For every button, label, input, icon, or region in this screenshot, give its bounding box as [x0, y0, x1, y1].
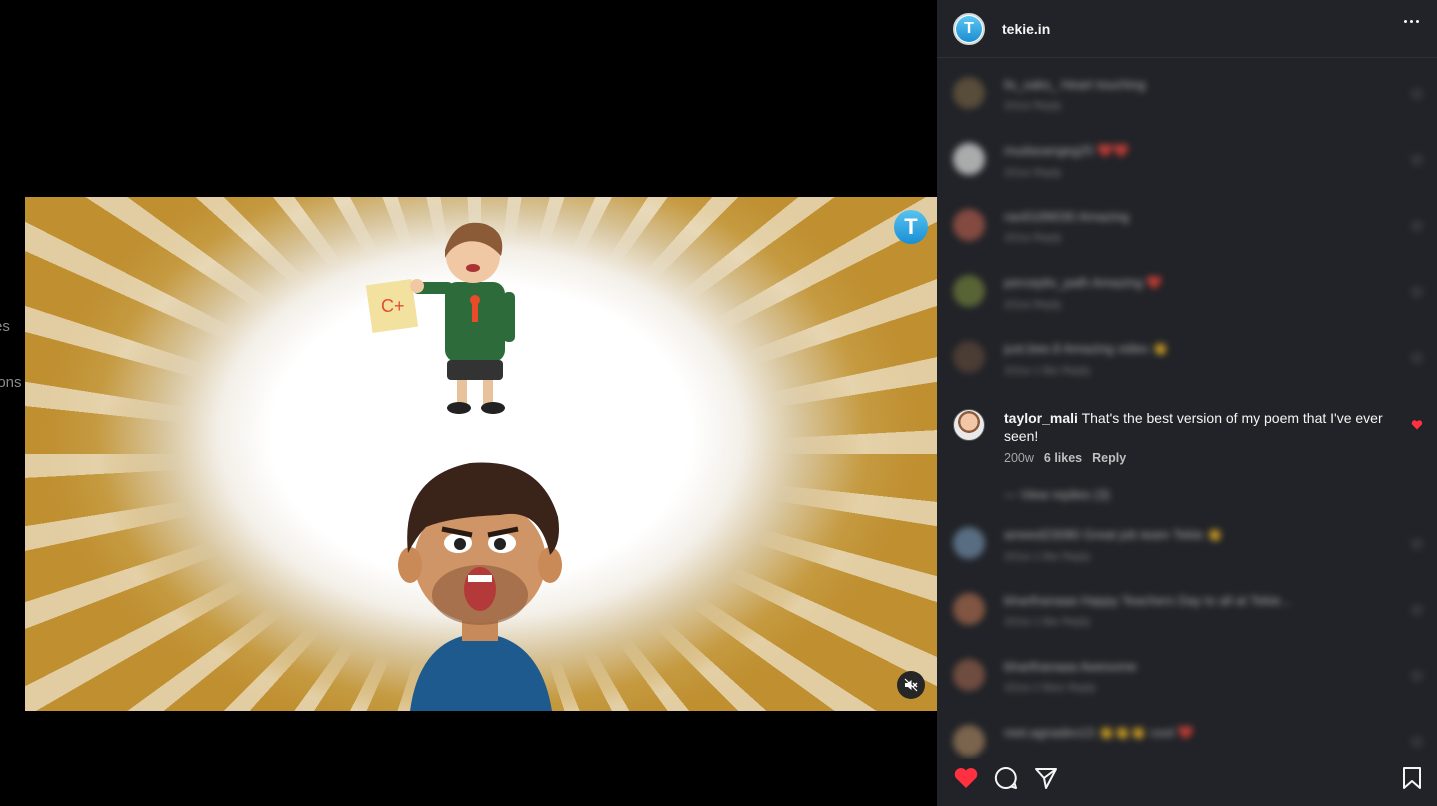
- action-bar: [937, 756, 1437, 806]
- comment-avatar[interactable]: [953, 659, 985, 691]
- comment-avatar[interactable]: [953, 275, 985, 307]
- speaker-muted-icon: [904, 678, 918, 692]
- heart-outline-icon[interactable]: [1411, 221, 1423, 233]
- comment-text: bharthanaaa Happy Teachers Day to all at…: [1004, 593, 1292, 608]
- comment-text: perceptiv_path Amazing ❤️: [1004, 275, 1163, 290]
- more-dot: [1410, 20, 1413, 23]
- svg-text:C+: C+: [381, 296, 405, 316]
- post-panel: T tekie.in lis_saks_ Heart touching 201w…: [937, 0, 1437, 806]
- comment-text: just.bee.8 Amazing video 👏: [1004, 341, 1169, 356]
- comment-meta: 201w Reply: [1004, 232, 1062, 244]
- comment-text: lis_saks_ Heart touching: [1004, 77, 1146, 92]
- comment-text: reet.agnadev13 👏👏👏 cool ❤️: [1004, 725, 1194, 740]
- comment-avatar[interactable]: [953, 209, 985, 241]
- comment-meta: 201w Reply: [1004, 299, 1062, 311]
- ghost-text-1: es: [0, 318, 10, 335]
- heart-outline-icon[interactable]: [1411, 89, 1423, 101]
- comment-time[interactable]: 200w: [1004, 451, 1034, 465]
- comment-avatar[interactable]: [953, 341, 985, 373]
- view-replies-text: — View replies (3): [1004, 487, 1110, 502]
- comment-username[interactable]: taylor_mali: [1004, 410, 1078, 426]
- video-logo: T: [894, 210, 928, 244]
- video-player[interactable]: C+ T: [25, 197, 937, 711]
- heart-outline-icon[interactable]: [1411, 155, 1423, 167]
- comment-avatar[interactable]: [953, 593, 985, 625]
- comment-avatar[interactable]: [953, 77, 985, 109]
- heart-outline-icon[interactable]: [1411, 287, 1423, 299]
- comment-meta: 201w 1 like Reply: [1004, 365, 1091, 377]
- comment-meta: 201w Reply: [1004, 100, 1062, 112]
- comment-meta: 201w Reply: [1004, 167, 1062, 179]
- heart-outline-icon[interactable]: [1411, 737, 1423, 749]
- comment-avatar[interactable]: [953, 725, 985, 757]
- mute-button[interactable]: [897, 671, 925, 699]
- comment-likes[interactable]: 6 likes: [1044, 451, 1082, 465]
- post-header: T tekie.in: [937, 0, 1437, 58]
- comment-meta: 201w 2 likes Reply: [1004, 682, 1096, 694]
- more-dot: [1416, 20, 1419, 23]
- heart-outline-icon[interactable]: [1411, 353, 1423, 365]
- comment-avatar[interactable]: [953, 527, 985, 559]
- comment-text: bharthanaaa Awesome: [1004, 659, 1137, 674]
- comment-text: ameed23080 Great job team Tekie 👏: [1004, 527, 1224, 542]
- cartoon-boy-large: [398, 462, 562, 711]
- comment-icon[interactable]: [992, 764, 1020, 792]
- comment-avatar[interactable]: [953, 143, 985, 175]
- comment-avatar[interactable]: [953, 409, 985, 441]
- account-username[interactable]: tekie.in: [1002, 21, 1050, 37]
- comment-text: mudasangeg25 ❤️❤️: [1004, 143, 1130, 158]
- heart-outline-icon[interactable]: [1411, 539, 1423, 551]
- comment-meta: 200w 6 likes Reply: [1004, 451, 1393, 465]
- more-options-button[interactable]: [1404, 20, 1419, 23]
- comment-meta: 201w 1 like Reply: [1004, 551, 1091, 563]
- heart-outline-icon[interactable]: [1411, 605, 1423, 617]
- ghost-text-2: ions: [0, 374, 22, 391]
- comment-text: taylor_mali That's the best version of m…: [1004, 409, 1393, 445]
- bookmark-icon[interactable]: [1398, 764, 1426, 792]
- more-horizontal-icon: [1404, 20, 1407, 23]
- comments-list[interactable]: lis_saks_ Heart touching 201w Reply muda…: [937, 59, 1437, 759]
- heart-filled-icon[interactable]: [1411, 419, 1423, 431]
- account-avatar-letter: T: [956, 15, 982, 42]
- heart-outline-icon[interactable]: [1411, 671, 1423, 683]
- heart-filled-icon[interactable]: [952, 764, 980, 792]
- comment-reply-button[interactable]: Reply: [1092, 451, 1126, 465]
- paper-plane-icon[interactable]: [1032, 764, 1060, 792]
- comment-text: ravi0189030 Amazing: [1004, 209, 1130, 224]
- account-avatar[interactable]: T: [953, 12, 985, 45]
- cartoon-boy-small: C+: [365, 222, 515, 414]
- comment-meta: 201w 1 like Reply: [1004, 616, 1091, 628]
